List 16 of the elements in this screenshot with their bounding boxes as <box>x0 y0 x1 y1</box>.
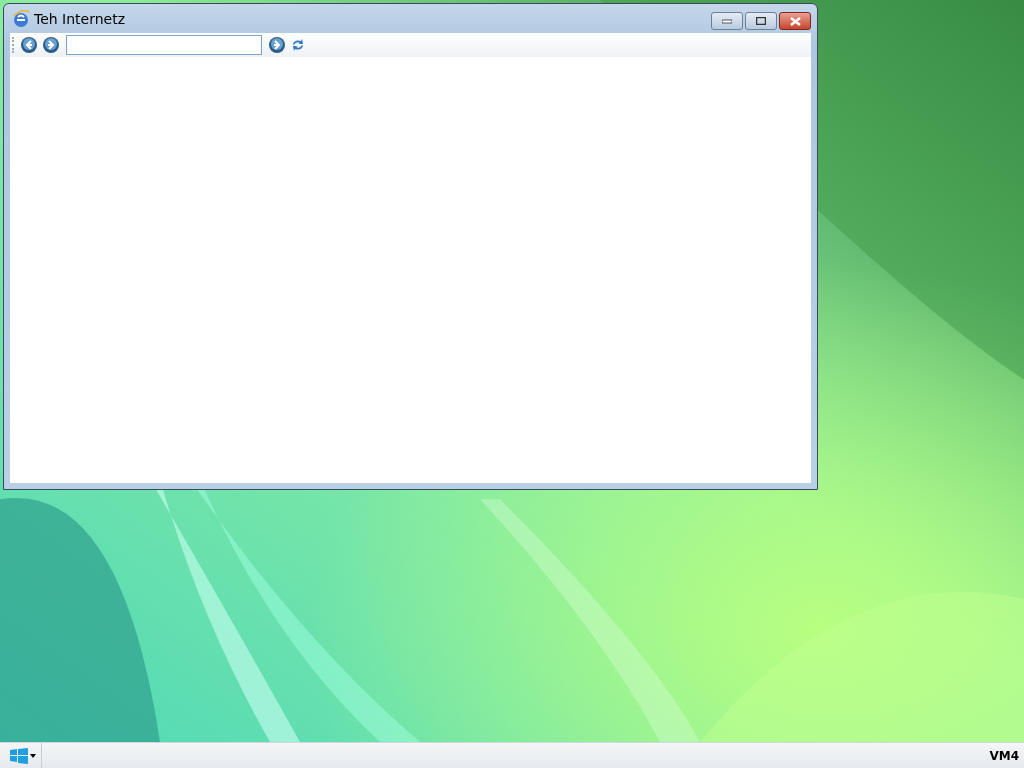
refresh-icon[interactable] <box>290 37 306 53</box>
address-field[interactable] <box>66 35 262 55</box>
windows-icon <box>10 747 28 764</box>
caret-icon <box>30 753 36 758</box>
close-icon <box>789 16 801 26</box>
toolbar-grip <box>12 37 16 53</box>
forward-button[interactable] <box>42 36 60 54</box>
go-button[interactable] <box>268 36 286 54</box>
back-button[interactable] <box>20 36 38 54</box>
close-button[interactable] <box>779 12 811 30</box>
window-title: Teh Internetz <box>34 10 127 27</box>
minimize-icon <box>722 18 732 24</box>
globe-icon <box>12 9 30 28</box>
maximize-icon <box>756 17 766 25</box>
tray-label: VM4 <box>989 748 1020 763</box>
maximize-button[interactable] <box>745 12 777 30</box>
